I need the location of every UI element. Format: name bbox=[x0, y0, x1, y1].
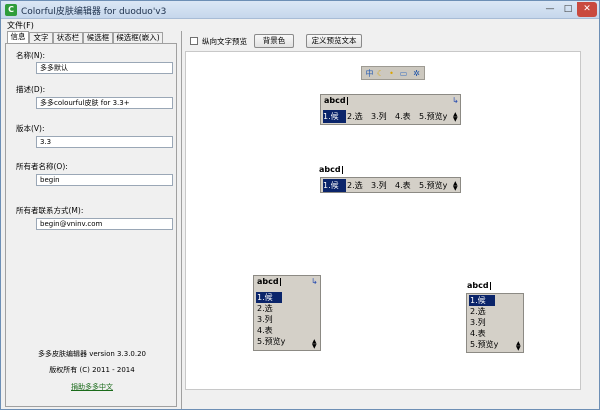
candidate-item: 3.列 bbox=[371, 181, 387, 190]
info-panel: 名称(N): 多多默认 描述(D): 多多colourful皮肤 for 3.3… bbox=[5, 43, 177, 407]
candidate-window-vertical: abcd ↳ 1.候 2.选 3.列 4.表 5.预览y ▲ ▼ bbox=[253, 275, 321, 351]
right-pane: 纵向文字预览 背景色 定义预览文本 中 ☾ • ▭ ✲ abcd ↳ 1.候 2… bbox=[181, 31, 597, 409]
candidate-item: 2.选 bbox=[470, 307, 486, 316]
composition-text: abcd bbox=[324, 96, 348, 105]
composition-text: abcd bbox=[257, 277, 281, 286]
candidate-item: 4.表 bbox=[257, 326, 273, 335]
candidate-item: 2.选 bbox=[347, 112, 363, 121]
ime-icon: 中 bbox=[365, 69, 374, 78]
titlebar: C Colorful皮肤编辑器 for duoduo'v3 — □ ✕ bbox=[1, 1, 599, 19]
name-input[interactable]: 多多默认 bbox=[36, 62, 173, 74]
candidate-item: 5.预览y bbox=[257, 337, 286, 346]
candidate-item: 4.表 bbox=[395, 112, 411, 121]
embedded-composition: abcd bbox=[467, 281, 491, 290]
gear-icon: ✲ bbox=[413, 69, 420, 78]
owner-input[interactable]: begin bbox=[36, 174, 173, 186]
left-pane: 信息 文字 状态栏 候选框 候选框(嵌入) 名称(N): 多多默认 描述(D):… bbox=[3, 31, 179, 409]
candidate-window-horizontal: abcd ↳ 1.候 2.选 3.列 4.表 5.预览y ▲ ▼ bbox=[320, 94, 461, 125]
candidate-item: 3.列 bbox=[470, 318, 486, 327]
maximize-button[interactable]: □ bbox=[559, 2, 577, 17]
preview-canvas: 中 ☾ • ▭ ✲ abcd ↳ 1.候 2.选 3.列 4.表 5.预览y ▲… bbox=[185, 51, 581, 390]
arrow-icon: ↳ bbox=[452, 96, 459, 105]
candidate-window-embedded: 1.候 2.选 3.列 4.表 5.预览y ▲ ▼ bbox=[320, 177, 461, 193]
version-input[interactable]: 3.3 bbox=[36, 136, 173, 148]
minimize-button[interactable]: — bbox=[541, 2, 559, 17]
candidate-item: 5.预览y bbox=[470, 340, 499, 349]
version-text: 多多皮肤编辑器 version 3.3.0.20 bbox=[37, 350, 147, 358]
donate-line: 捐助多多中文 bbox=[6, 382, 178, 392]
desc-input[interactable]: 多多colourful皮肤 for 3.3+ bbox=[36, 97, 173, 109]
background-color-button[interactable]: 背景色 bbox=[254, 34, 294, 48]
candidate-item: 5.预览y bbox=[419, 181, 448, 190]
candidate-list: 1.候 2.选 3.列 4.表 5.预览y ▲ ▼ bbox=[323, 110, 459, 123]
candidate-window-vertical-embedded: 1.候 2.选 3.列 4.表 5.预览y ▲ ▼ bbox=[466, 293, 524, 353]
app-logo-icon: C bbox=[5, 4, 17, 16]
owner-label: 所有者名称(O): bbox=[16, 162, 68, 171]
candidate-item: 4.表 bbox=[470, 329, 486, 338]
name-label: 名称(N): bbox=[16, 51, 45, 60]
embedded-composition: abcd bbox=[319, 165, 343, 174]
candidate-item: 4.表 bbox=[395, 181, 411, 190]
window-title: Colorful皮肤编辑器 for duoduo'v3 bbox=[21, 7, 167, 17]
menu-file[interactable]: 文件(F) bbox=[7, 20, 34, 31]
tab-candidate-embedded[interactable]: 候选框(嵌入) bbox=[113, 32, 163, 43]
page-updown-icon[interactable]: ▲ ▼ bbox=[453, 181, 458, 192]
arrow-icon: ↳ bbox=[311, 277, 318, 286]
page-updown-icon[interactable]: ▲ ▼ bbox=[516, 341, 521, 352]
app-window: C Colorful皮肤编辑器 for duoduo'v3 — □ ✕ 文件(F… bbox=[0, 0, 600, 410]
candidate-item: 1.候 bbox=[323, 110, 346, 123]
tab-info[interactable]: 信息 bbox=[7, 31, 29, 43]
keyboard-icon: ▭ bbox=[399, 69, 408, 78]
custom-preview-text-button[interactable]: 定义预览文本 bbox=[306, 34, 362, 48]
vertical-preview-label: 纵向文字预览 bbox=[202, 37, 247, 46]
close-button[interactable]: ✕ bbox=[577, 2, 597, 17]
candidate-item: 1.候 bbox=[323, 179, 346, 192]
page-updown-icon[interactable]: ▲ ▼ bbox=[453, 112, 458, 123]
moon-icon: ☾ bbox=[376, 69, 385, 78]
tab-statusbar[interactable]: 状态栏 bbox=[53, 32, 83, 43]
contact-label: 所有者联系方式(M): bbox=[16, 206, 84, 215]
candidate-item: 3.列 bbox=[371, 112, 387, 121]
menubar: 文件(F) bbox=[1, 19, 599, 31]
candidate-item: 5.预览y bbox=[419, 112, 448, 121]
page-updown-icon[interactable]: ▲ ▼ bbox=[312, 339, 317, 350]
desc-label: 描述(D): bbox=[16, 85, 46, 94]
candidate-item: 1.候 bbox=[469, 295, 495, 306]
copyright-text: 版权所有 (C) 2011 - 2014 bbox=[49, 366, 135, 374]
tab-text[interactable]: 文字 bbox=[29, 32, 53, 43]
donate-link[interactable]: 捐助多多中文 bbox=[71, 383, 113, 391]
candidate-item: 1.候 bbox=[256, 292, 282, 303]
candidate-item: 3.列 bbox=[257, 315, 273, 324]
version-label: 版本(V): bbox=[16, 124, 45, 133]
candidate-list: 1.候 2.选 3.列 4.表 5.预览y ▲ ▼ bbox=[323, 179, 459, 192]
candidate-item: 2.选 bbox=[347, 181, 363, 190]
punct-icon: • bbox=[389, 69, 394, 78]
candidate-item: 2.选 bbox=[257, 304, 273, 313]
vertical-preview-checkbox[interactable] bbox=[190, 37, 198, 45]
contact-input[interactable]: begin@vninv.com bbox=[36, 218, 173, 230]
tab-candidate[interactable]: 候选框 bbox=[83, 32, 113, 43]
statusbar-preview[interactable]: 中 ☾ • ▭ ✲ bbox=[361, 66, 425, 80]
